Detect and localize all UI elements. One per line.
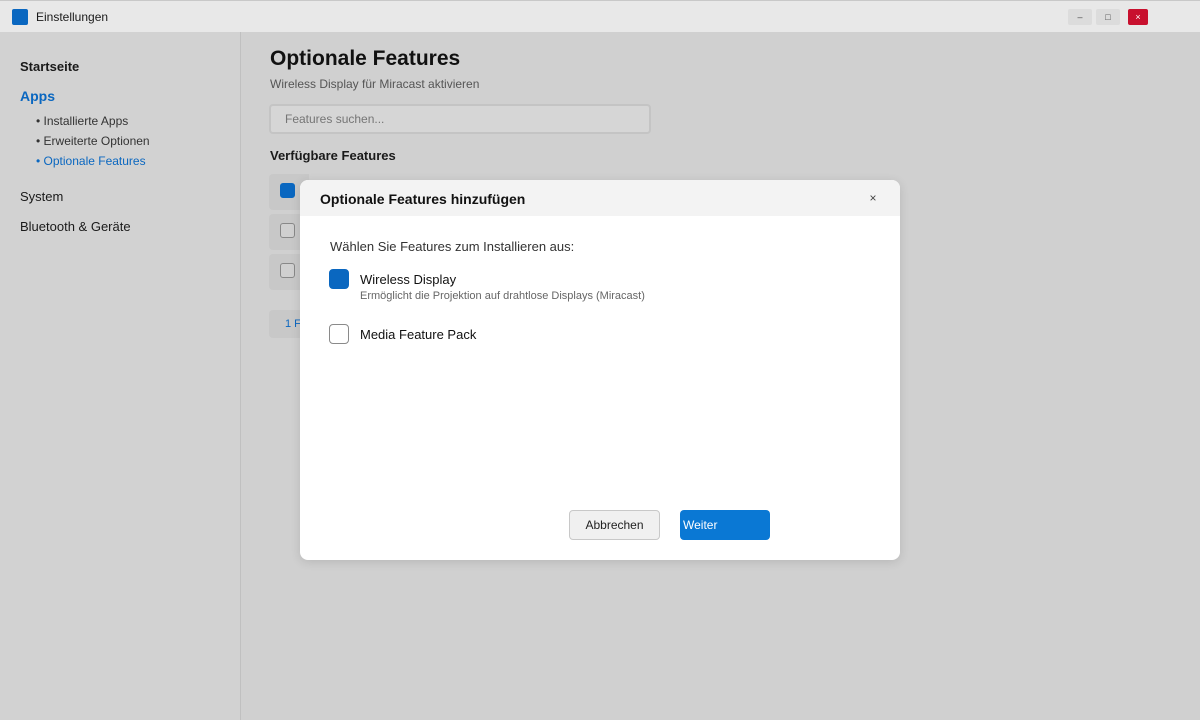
sidebar-item-apps[interactable]: Apps bbox=[20, 88, 55, 104]
maximize-button[interactable]: □ bbox=[1096, 9, 1120, 25]
sidebar-subitem-optional-features[interactable]: • Optionale Features bbox=[36, 154, 146, 168]
dialog-title: Optionale Features hinzufügen bbox=[320, 191, 526, 207]
close-icon[interactable]: × bbox=[865, 190, 881, 206]
minimize-button[interactable]: – bbox=[1068, 9, 1092, 25]
next-button[interactable]: Weiter bbox=[680, 510, 770, 540]
wireless-display-description: Ermöglicht die Projektion auf drahtlose … bbox=[360, 290, 645, 302]
window-title: Einstellungen bbox=[36, 10, 109, 24]
dialog-prompt: Wählen Sie Features zum Installieren aus… bbox=[330, 239, 575, 254]
sidebar-item-bluetooth[interactable]: Bluetooth & Geräte bbox=[20, 219, 131, 234]
feature-row-checkbox[interactable] bbox=[280, 183, 295, 198]
wireless-display-checkbox[interactable] bbox=[329, 269, 349, 289]
feature-search-input[interactable] bbox=[269, 104, 651, 134]
available-features-heading: Verfügbare Features bbox=[270, 148, 396, 163]
title-bar: Einstellungen – □ × bbox=[0, 0, 1200, 32]
wireless-display-label[interactable]: Wireless Display bbox=[360, 272, 456, 287]
add-features-dialog: Optionale Features hinzufügen × Wählen S… bbox=[300, 180, 900, 560]
media-feature-pack-label[interactable]: Media Feature Pack bbox=[360, 327, 476, 342]
sidebar-subitem-advanced-options[interactable]: • Erweiterte Optionen bbox=[36, 134, 150, 148]
page-subtitle: Wireless Display für Miracast aktivieren bbox=[270, 77, 480, 91]
sidebar: Startseite Apps • Installierte Apps • Er… bbox=[0, 32, 241, 720]
sidebar-subitem-installed-apps[interactable]: • Installierte Apps bbox=[36, 114, 128, 128]
dialog-header: Optionale Features hinzufügen × bbox=[300, 180, 900, 216]
page-title: Optionale Features bbox=[270, 47, 461, 70]
cancel-button[interactable]: Abbrechen bbox=[569, 510, 660, 540]
settings-app-icon bbox=[12, 9, 28, 25]
media-feature-pack-checkbox[interactable] bbox=[329, 324, 349, 344]
sidebar-item-system[interactable]: System bbox=[20, 189, 63, 204]
close-window-button[interactable]: × bbox=[1128, 9, 1148, 25]
sidebar-item-home[interactable]: Startseite bbox=[20, 59, 79, 74]
feature-row-checkbox[interactable] bbox=[280, 223, 295, 238]
feature-row-checkbox[interactable] bbox=[280, 263, 295, 278]
